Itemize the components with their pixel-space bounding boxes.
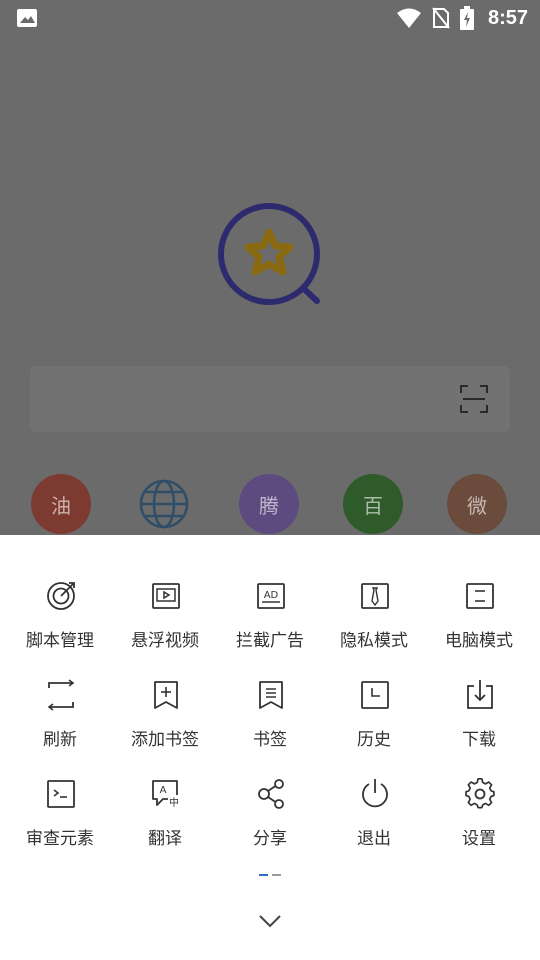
menu-item-privacy-mode[interactable]: 隐私模式 [322,579,426,659]
menu-row: 脚本管理 悬浮视频 AD 拦截广告 隐私模式 电脑模式 [0,579,540,659]
menu-item-floating-video[interactable]: 悬浮视频 [113,579,217,659]
status-bar: 8:57 [0,0,540,36]
shortcut-weibo[interactable]: 微 [447,474,507,534]
inspect-icon [47,780,75,808]
menu-item-bookmarks[interactable]: 书签 [218,678,322,758]
menu-item-label: 翻译 [148,829,182,849]
translate-icon: A 中 [152,780,180,809]
ad-block-icon: AD [257,583,285,609]
shortcut-oil[interactable]: 油 [31,474,91,534]
share-icon [258,779,284,809]
chevron-down-icon[interactable] [258,913,282,929]
menu-item-exit[interactable]: 退出 [322,777,426,857]
shortcut-baidu[interactable]: 百 [343,474,403,534]
menu-item-share[interactable]: 分享 [218,777,322,857]
menu-item-label: 下载 [462,730,496,750]
menu-item-label: 隐私模式 [340,631,408,651]
history-icon [361,681,389,709]
menu-item-script-manager[interactable]: 脚本管理 [8,579,112,659]
menu-item-label: 分享 [253,829,287,849]
globe-icon [139,479,189,529]
svg-text:A: A [160,785,167,796]
menu-item-desktop-mode[interactable]: 电脑模式 [427,579,531,659]
menu-item-label: 电脑模式 [445,631,513,651]
menu-item-history[interactable]: 历史 [322,678,426,758]
target-icon [47,582,75,610]
page-dot [272,874,281,876]
scan-icon[interactable] [460,385,488,413]
menu-item-settings[interactable]: 设置 [427,777,531,857]
svg-text:中: 中 [169,796,179,809]
menu-item-label: 退出 [357,829,391,849]
bottom-menu-sheet: 脚本管理 悬浮视频 AD 拦截广告 隐私模式 电脑模式 刷新 添加书签 书签 历… [0,535,540,960]
menu-item-label: 悬浮视频 [131,631,199,651]
wifi-icon [396,8,421,28]
gear-icon [465,777,495,809]
menu-item-label: 审查元素 [26,829,94,849]
shortcut-row: 油 腾 百 微 [0,474,540,536]
menu-item-label: 书签 [253,730,287,750]
add-bookmark-icon [154,681,178,709]
privacy-icon [361,583,389,609]
battery-charging-icon [459,6,474,30]
shortcut-globe[interactable] [134,474,194,534]
page-dot-active [259,874,268,876]
menu-item-label: 历史 [357,730,391,750]
app-logo-icon [218,203,320,305]
menu-item-ad-block[interactable]: AD 拦截广告 [218,579,322,659]
power-icon [362,779,388,808]
menu-row: 刷新 添加书签 书签 历史 下载 [0,678,540,758]
menu-item-inspect-element[interactable]: 审查元素 [8,777,112,857]
desktop-mode-icon [466,583,494,609]
menu-item-label: 脚本管理 [26,631,94,651]
menu-item-label: 刷新 [43,730,77,750]
menu-item-label: 添加书签 [131,730,199,750]
clock: 8:57 [487,6,528,29]
menu-item-add-bookmark[interactable]: 添加书签 [113,678,217,758]
search-bar[interactable] [30,366,510,432]
refresh-icon [47,679,75,711]
menu-row: 审查元素 A 中 翻译 分享 退出 设置 [0,777,540,857]
svg-text:AD: AD [264,590,279,601]
menu-item-translate[interactable]: A 中 翻译 [113,777,217,857]
bookmark-icon [259,681,283,709]
no-sim-icon [432,7,450,29]
shortcut-tencent[interactable]: 腾 [239,474,299,534]
floating-video-icon [152,583,180,609]
page-indicator [259,874,283,876]
image-icon [17,9,37,27]
menu-item-refresh[interactable]: 刷新 [8,678,112,758]
menu-item-download[interactable]: 下载 [427,678,531,758]
download-icon [467,680,493,709]
menu-item-label: 拦截广告 [236,631,304,651]
menu-item-label: 设置 [462,829,496,849]
